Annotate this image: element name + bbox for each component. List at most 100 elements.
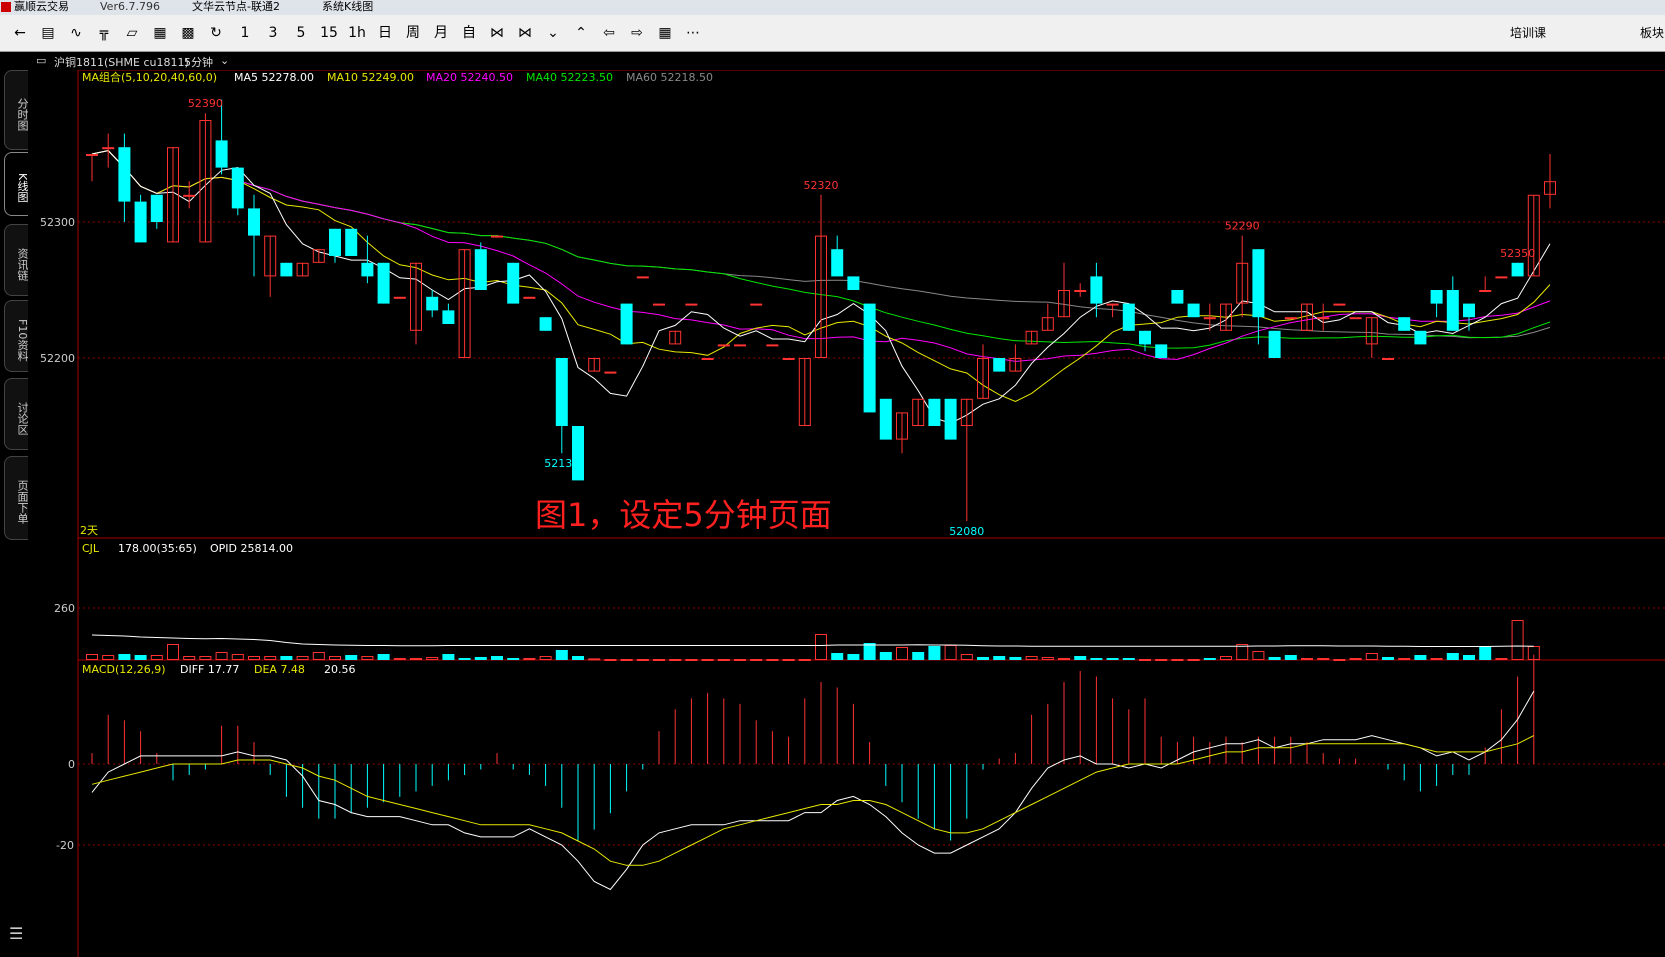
volume-bar xyxy=(782,659,795,661)
candle-body xyxy=(491,235,503,238)
candle xyxy=(1268,330,1281,358)
volume-bar xyxy=(960,654,973,660)
candle-body xyxy=(685,303,698,306)
menu-icon[interactable]: ☰ xyxy=(9,924,23,943)
symbol-name[interactable]: 沪铜1811(SHME cu1811) xyxy=(54,54,189,70)
volume-bar xyxy=(1090,658,1103,660)
volume-bar xyxy=(231,654,244,660)
period-custom[interactable]: 自 xyxy=(460,24,478,42)
peak-label: 52130 xyxy=(544,457,579,470)
candle-body xyxy=(1511,262,1524,277)
candle xyxy=(507,262,520,304)
candle-body xyxy=(329,228,341,256)
split-icon[interactable]: ╦ xyxy=(96,24,112,42)
period-month[interactable]: 月 xyxy=(432,24,450,42)
save-icon[interactable]: ▩ xyxy=(180,24,196,42)
volume-bar xyxy=(1414,655,1427,660)
candle-body xyxy=(831,249,844,277)
candle xyxy=(248,194,260,277)
symbol-bar: ▭ 沪铜1811(SHME cu1811) 5分钟 ⌄ xyxy=(32,53,1665,70)
candle-body xyxy=(442,310,455,324)
candle-body xyxy=(183,194,196,197)
volume-bar xyxy=(361,656,374,660)
candle-body xyxy=(539,317,552,331)
candle-body xyxy=(393,296,406,299)
candle xyxy=(669,330,682,345)
candle xyxy=(442,303,455,324)
period-15min[interactable]: 15 xyxy=(318,24,340,42)
candle xyxy=(685,303,698,306)
candle-body xyxy=(1333,303,1346,306)
back-icon[interactable]: ← xyxy=(12,24,28,42)
period-1h[interactable]: 1h xyxy=(346,24,368,42)
candle xyxy=(1074,283,1087,297)
peak-label: 52350 xyxy=(1500,247,1535,260)
period-selector[interactable]: 5分钟 xyxy=(184,54,213,70)
chevron-up-icon[interactable]: ⌃ xyxy=(572,24,590,42)
volume-bar xyxy=(798,659,811,661)
volume-bar xyxy=(831,653,844,660)
candle xyxy=(1155,344,1168,358)
menu-kline[interactable]: 系统K线图 xyxy=(322,0,373,14)
chevron-down-icon[interactable]: ⌄ xyxy=(544,24,562,42)
volume-bar xyxy=(1187,659,1200,661)
period-dropdown-icon[interactable]: ⌄ xyxy=(220,54,229,67)
candle xyxy=(879,398,892,440)
volume-bar xyxy=(1252,651,1265,660)
bar-chart-icon[interactable]: ▱ xyxy=(124,24,140,42)
opid-value: OPID 25814.00 xyxy=(210,542,293,555)
volume-bar xyxy=(555,650,568,660)
volume-bar xyxy=(1349,658,1362,660)
macd-indicator-label[interactable]: MACD(12,26,9) xyxy=(82,663,166,676)
refresh-icon[interactable]: ↻ xyxy=(208,24,224,42)
peak-label: 52390 xyxy=(188,97,223,110)
grid-icon[interactable]: ▦ xyxy=(152,24,168,42)
volume-bar xyxy=(717,659,730,661)
volume-bar xyxy=(1479,646,1492,660)
tab-discussion[interactable]: 讨论区 xyxy=(4,378,29,450)
zoom-in-icon[interactable]: ⋈ xyxy=(488,24,506,42)
candle-body xyxy=(102,147,115,150)
volume-bar xyxy=(944,645,957,660)
arrow-right-icon[interactable]: ⇨ xyxy=(628,24,646,42)
sector-button[interactable]: 板块 xyxy=(1640,24,1664,42)
candle xyxy=(539,317,552,331)
candle-body xyxy=(879,398,892,440)
candle xyxy=(750,303,763,306)
line-chart-icon[interactable]: ∿ xyxy=(68,24,84,42)
period-5min[interactable]: 5 xyxy=(292,24,310,42)
period-3min[interactable]: 3 xyxy=(264,24,282,42)
candle xyxy=(1479,276,1492,292)
y-axis-labels: 52300 52200 xyxy=(40,216,75,365)
candle xyxy=(928,398,941,426)
tab-kline[interactable]: K线图 xyxy=(4,152,29,216)
symbol-switch-icon[interactable]: ▭ xyxy=(36,54,46,67)
candle-body xyxy=(555,358,568,426)
tab-f10[interactable]: F10资料 xyxy=(4,300,29,372)
training-button[interactable]: 培训课 xyxy=(1510,24,1546,42)
tab-order[interactable]: 页面下单 xyxy=(4,456,29,540)
zoom-out-icon[interactable]: ⋈ xyxy=(516,24,534,42)
volume-bar xyxy=(329,656,341,660)
candle xyxy=(345,228,358,256)
layout-icon[interactable]: ▦ xyxy=(656,24,674,42)
arrow-left-icon[interactable]: ⇦ xyxy=(600,24,618,42)
more-icon[interactable]: ⋯ xyxy=(684,24,702,42)
tab-intraday[interactable]: 分时图 xyxy=(4,70,29,150)
period-week[interactable]: 周 xyxy=(404,24,422,42)
period-day[interactable]: 日 xyxy=(376,24,394,42)
ma-combo-label[interactable]: MA组合(5,10,20,40,60,0) xyxy=(82,70,217,84)
period-1min[interactable]: 1 xyxy=(236,24,254,42)
list-icon[interactable]: ▤ xyxy=(40,24,56,42)
day-label: 2天 xyxy=(80,524,98,537)
volume-bar xyxy=(1511,620,1524,660)
candle xyxy=(393,296,406,299)
volume-bar xyxy=(993,656,1006,660)
kline-chart[interactable]: 52300 52200 52390 52130 52320 52080 52290 5235… xyxy=(32,70,1665,957)
macd-panel: 0 -20 xyxy=(56,654,1665,891)
volume-bar xyxy=(426,657,439,660)
tab-news[interactable]: 资讯链 xyxy=(4,224,29,296)
candle xyxy=(831,235,844,277)
volume-indicator-label[interactable]: CJL xyxy=(82,542,100,555)
candle-body xyxy=(1463,303,1475,318)
